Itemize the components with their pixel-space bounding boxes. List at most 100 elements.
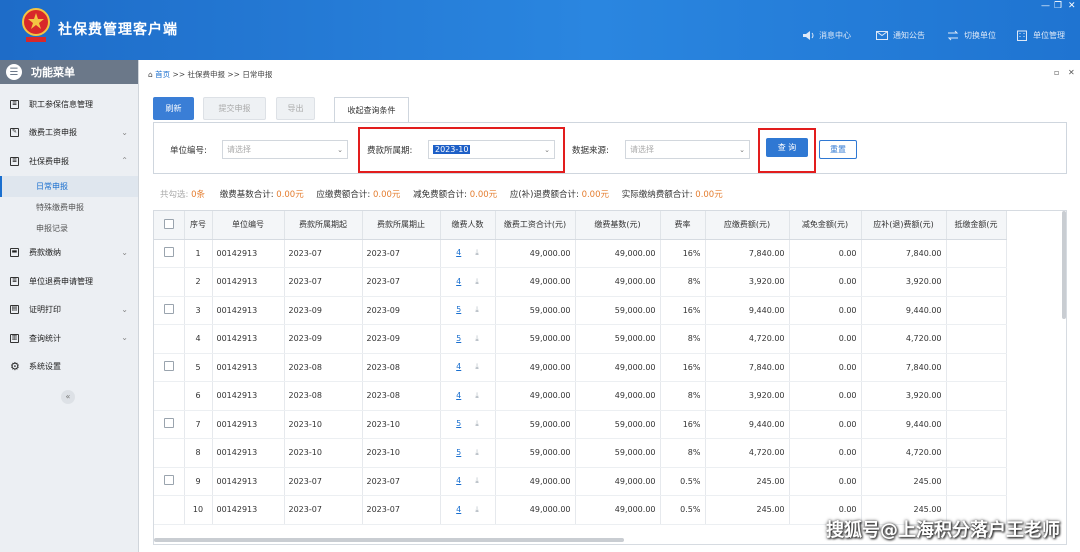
sidebar-item-social-fee-declare[interactable]: ≡ 社保费申报 ⌃ [0,147,138,176]
download-icon[interactable]: ⤓ [475,362,479,371]
download-icon[interactable]: ⤓ [475,305,479,314]
count-link[interactable]: 4 [456,505,461,514]
table-row[interactable]: 9 00142913 2023-07 2023-07 4 ⤓ 49,000.00 49,000… [154,467,1007,496]
row-checkbox[interactable] [163,418,174,429]
count-link[interactable]: 5 [456,419,461,428]
row-checkbox[interactable] [163,304,174,315]
cell-rate: 8% [660,324,706,354]
restore-button[interactable]: ❐ [1054,1,1062,11]
cell-count: 4 ⤓ [440,267,496,297]
horizontal-scrollbar[interactable] [154,538,624,542]
count-link[interactable]: 4 [456,277,461,286]
cell-rate: 16% [660,353,706,382]
count-link[interactable]: 4 [456,362,461,371]
tab-close-button[interactable]: ✕ [1068,68,1075,77]
sidebar-collapse-button[interactable]: « [61,390,75,404]
breadcrumb-home-link[interactable]: 首页 [155,70,170,79]
count-link[interactable]: 5 [456,305,461,314]
table-row[interactable]: 3 00142913 2023-09 2023-09 5 ⤓ 59,000.00 59,000… [154,296,1007,325]
sidebar-item-certificate-print[interactable]: ▤ 证明打印 ⌄ [0,296,138,325]
row-checkbox[interactable] [163,361,174,372]
column-header[interactable]: 应缴费额(元) [705,211,790,240]
row-select-cell [154,324,185,354]
download-icon[interactable]: ⤓ [475,334,479,343]
download-icon[interactable]: ⤓ [475,476,479,485]
cell-base: 49,000.00 [575,467,661,496]
column-header[interactable]: 费率 [660,211,706,240]
table-row[interactable]: 7 00142913 2023-10 2023-10 5 ⤓ 59,000.00 59,000… [154,410,1007,439]
close-button[interactable]: ✕ [1068,1,1076,11]
column-header[interactable]: 费款所属期起 [284,211,363,240]
sidebar-item-label: 证明打印 [29,305,61,315]
count-link[interactable]: 5 [456,448,461,457]
chevron-down-icon: ⌄ [121,333,128,342]
cell-due: 245.00 [705,467,790,496]
sidebar-item-query-stats[interactable]: ▥ 查询统计 ⌄ [0,324,138,353]
sidebar-item-wage-declare[interactable]: ✎ 缴费工资申报 ⌄ [0,119,138,148]
export-button[interactable]: 导出 [276,97,315,120]
collapse-query-tab[interactable]: 收起查询条件 [334,97,409,122]
submit-declare-button[interactable]: 提交申报 [203,97,266,120]
column-header[interactable]: 应补(退)费额(元) [861,211,947,240]
row-checkbox[interactable] [163,475,174,486]
sidebar-header[interactable]: ☰ 功能菜单 [0,60,138,84]
column-header[interactable]: 减免金额(元) [789,211,862,240]
unit-code-select[interactable]: 请选择 ⌄ [222,140,348,159]
period-select[interactable]: 2023-10 ⌄ [428,140,555,159]
sidebar-item-system-settings[interactable]: ⚙ 系统设置 [0,353,138,382]
table-row[interactable]: 1 00142913 2023-07 2023-07 4 ⤓ 49,000.00 49,000… [154,239,1007,268]
count-link[interactable]: 4 [456,476,461,485]
column-header[interactable]: 抵缴金额(元 [946,211,1007,240]
download-icon[interactable]: ⤓ [475,505,479,514]
column-header[interactable]: 缴费基数(元) [575,211,661,240]
chevron-down-icon: ⌄ [121,304,128,314]
cell-base: 59,000.00 [575,410,661,439]
cell-reduce: 0.00 [789,438,862,468]
table-row[interactable]: 2 00142913 2023-07 2023-07 4 ⤓ 49,000.00 49,000… [154,267,1007,297]
tab-restore-button[interactable]: ▫ [1054,68,1059,77]
download-icon[interactable]: ⤓ [475,391,479,400]
count-link[interactable]: 5 [456,334,461,343]
sidebar-item-employee-info[interactable]: ≡ 职工参保信息管理 [0,90,138,119]
cell-reduce: 0.00 [789,353,862,382]
count-link[interactable]: 4 [456,391,461,400]
column-header[interactable]: 单位编号 [212,211,285,240]
row-select-cell [154,438,185,468]
sidebar-subitem-special-declare[interactable]: 特殊缴费申报 [0,197,138,218]
download-icon[interactable]: ⤓ [475,277,479,286]
notice-link[interactable]: 通知公告 [876,30,925,41]
column-header[interactable]: 缴费人数 [440,211,496,240]
switch-unit-link[interactable]: 切换单位 [947,30,996,41]
sidebar-subitem-declare-record[interactable]: 申报记录 [0,218,138,239]
download-icon[interactable]: ⤓ [475,448,479,457]
cell-rate: 8% [660,438,706,468]
minimize-button[interactable]: — [1041,1,1050,11]
sidebar-item-label: 社保费申报 [29,156,69,166]
select-all-checkbox[interactable] [163,218,174,229]
edit-icon: ✎ [10,128,19,138]
column-header[interactable]: 费款所属期止 [362,211,441,240]
download-icon[interactable]: ⤓ [475,419,479,428]
sidebar-subitem-daily-declare[interactable]: 日常申报 [0,175,138,197]
column-header[interactable]: 缴费工资合计(元) [495,211,576,240]
table-row[interactable]: 8 00142913 2023-10 2023-10 5 ⤓ 59,000.00 59,000… [154,438,1007,468]
table-row[interactable]: 4 00142913 2023-09 2023-09 5 ⤓ 59,000.00 59,000… [154,324,1007,354]
query-button[interactable]: 查 询 [766,138,808,157]
table-row[interactable]: 5 00142913 2023-08 2023-08 4 ⤓ 49,000.00 49,000… [154,353,1007,382]
national-emblem-logo [22,8,50,42]
message-center-link[interactable]: 消息中心 [802,30,851,41]
reset-button[interactable]: 重置 [819,140,857,159]
column-header[interactable]: 序号 [184,211,213,240]
vertical-scrollbar[interactable] [1062,211,1066,319]
unit-manage-link[interactable]: 单位管理 [1016,30,1065,41]
chart-icon: ▥ [10,333,19,343]
select-all-header[interactable] [154,211,185,240]
download-icon[interactable]: ⤓ [475,248,479,257]
sidebar-item-payment[interactable]: ▬ 费款缴纳 ⌄ [0,239,138,268]
table-row[interactable]: 6 00142913 2023-08 2023-08 4 ⤓ 49,000.00 49,000… [154,381,1007,411]
data-source-select[interactable]: 请选择 ⌄ [625,140,750,159]
row-checkbox[interactable] [163,247,174,258]
sidebar-item-refund-manage[interactable]: ≡ 单位退费申请管理 [0,267,138,296]
refresh-button[interactable]: 刷新 [153,97,194,120]
count-link[interactable]: 4 [456,248,461,257]
